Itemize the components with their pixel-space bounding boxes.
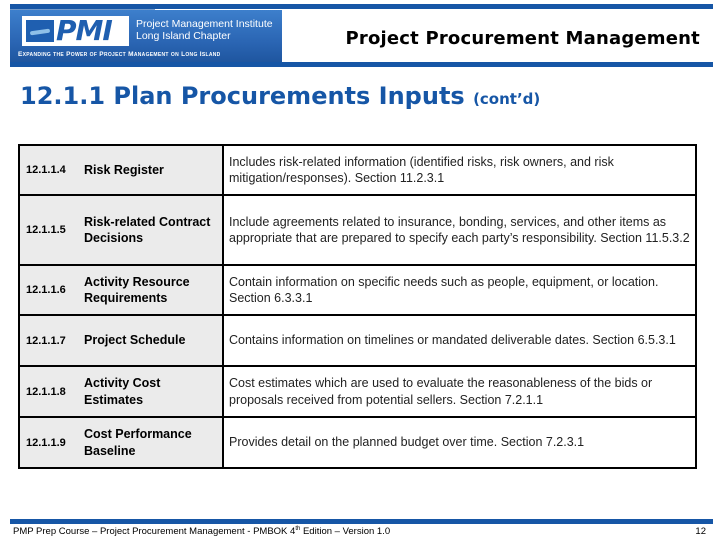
input-description-cell: Contain information on specific needs su… <box>222 264 697 316</box>
page-number: 12 <box>695 526 706 537</box>
header-bottom-rule <box>10 62 713 67</box>
input-name: Activity Cost Estimates <box>84 376 161 407</box>
input-label-cell: 12.1.1.7 Project Schedule <box>18 314 224 367</box>
long-island-icon <box>26 20 54 42</box>
logo-org-name: Project Management Institute Long Island… <box>136 18 273 42</box>
table-row: 12.1.1.7 Project Schedule Contains informa… <box>18 314 697 367</box>
slide-title: 12.1.1 Plan Procurements Inputs (cont’d) <box>20 82 540 110</box>
input-code: 12.1.1.7 <box>26 334 66 347</box>
input-label-cell: 12.1.1.6 Activity Resource Requirements <box>18 264 224 316</box>
table-row: 12.1.1.6 Activity Resource Requirements Co… <box>18 264 697 316</box>
logo-tagline: Expanding the Power of Project Managemen… <box>18 51 221 58</box>
header-title: Project Procurement Management <box>345 28 700 49</box>
input-label-cell: 12.1.1.5 Risk-related Contract Decisions <box>18 194 224 266</box>
slide-title-main: 12.1.1 Plan Procurements Inputs <box>20 82 465 110</box>
footer-course-text: PMP Prep Course – Project Procurement Ma… <box>13 526 390 537</box>
logo-org-line2: Long Island Chapter <box>136 30 231 42</box>
input-name: Activity Resource Requirements <box>84 274 190 306</box>
inputs-table: 12.1.1.4 Risk Register Includes risk-relat… <box>18 144 697 469</box>
input-description-cell: Provides detail on the planned budget ov… <box>222 416 697 469</box>
pmi-chapter-logo: PMI Project Management Institute Long Is… <box>10 10 282 62</box>
input-code: 12.1.1.8 <box>26 385 66 398</box>
input-description-cell: Cost estimates which are used to evaluat… <box>222 365 697 418</box>
table-row: 12.1.1.8 Activity Cost Estimates Cost esti… <box>18 365 697 418</box>
footer-rule <box>10 519 713 524</box>
input-name: Project Schedule <box>84 333 186 348</box>
table-row: 12.1.1.9 Cost Performance Baseline Provide… <box>18 416 697 469</box>
pmi-logo-mark: PMI <box>22 16 129 46</box>
logo-org-line1: Project Management Institute <box>136 18 273 30</box>
input-code: 12.1.1.9 <box>26 436 66 449</box>
input-description-cell: Include agreements related to insurance,… <box>222 194 697 266</box>
footer-text-after: Edition – Version 1.0 <box>300 526 391 538</box>
input-code: 12.1.1.5 <box>26 224 66 236</box>
table-row: 12.1.1.4 Risk Register Includes risk-relat… <box>18 144 697 196</box>
input-description-cell: Contains information on timelines or man… <box>222 314 697 367</box>
pmi-wordmark: PMI <box>56 14 113 47</box>
input-label-cell: 12.1.1.4 Risk Register <box>18 144 224 196</box>
input-name: Risk Register <box>84 162 164 177</box>
input-label-cell: 12.1.1.9 Cost Performance Baseline <box>18 416 224 469</box>
table-row: 12.1.1.5 Risk-related Contract Decisions I… <box>18 194 697 266</box>
input-code: 12.1.1.4 <box>26 164 66 176</box>
input-code: 12.1.1.6 <box>26 284 66 296</box>
input-description-cell: Includes risk-related information (ident… <box>222 144 697 196</box>
input-name: Cost Performance Baseline <box>84 427 192 458</box>
slide-title-suffix: (cont’d) <box>473 90 541 108</box>
input-label-cell: 12.1.1.8 Activity Cost Estimates <box>18 365 224 418</box>
input-name: Risk-related Contract Decisions <box>84 214 211 246</box>
footer-text-before: PMP Prep Course – Project Procurement Ma… <box>13 526 296 538</box>
